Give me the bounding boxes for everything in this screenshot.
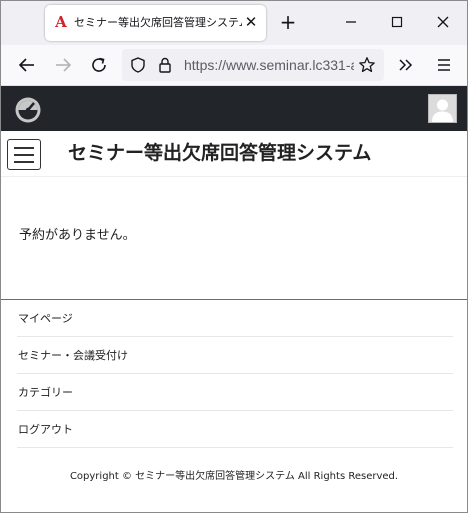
site-favicon-icon: A	[55, 13, 67, 31]
hamburger-menu-icon[interactable]	[433, 54, 455, 76]
menu-item-seminar-registration[interactable]: セミナー・会議受付け	[17, 337, 453, 374]
maximize-icon[interactable]	[385, 11, 409, 33]
menu-item-mypage[interactable]: マイページ	[17, 300, 453, 337]
back-arrow-icon[interactable]	[15, 54, 39, 76]
page-content: セミナー等出欠席回答管理システム 予約がありません。 マイページ セミナー・会議…	[1, 86, 467, 512]
browser-window: A セミナー等出欠席回答管理システム ✕ + https://www.semin…	[0, 0, 468, 513]
browser-tab[interactable]: A セミナー等出欠席回答管理システム ✕	[45, 5, 266, 41]
menu-toggle-icon[interactable]	[7, 139, 41, 170]
reload-icon[interactable]	[87, 54, 111, 76]
forward-arrow-icon[interactable]	[51, 54, 75, 76]
tab-strip: A セミナー等出欠席回答管理システム ✕ +	[1, 1, 467, 45]
tab-title: セミナー等出欠席回答管理システム	[74, 16, 242, 29]
copyright: Copyright © セミナー等出欠席回答管理システム All Rights …	[69, 471, 399, 482]
browser-toolbar: https://www.seminar.lc331-a	[1, 45, 467, 86]
site-top-bar	[1, 86, 467, 131]
url-text[interactable]: https://www.seminar.lc331-a	[184, 57, 354, 74]
new-tab-icon[interactable]: +	[278, 12, 298, 32]
extensions-chevron-icon[interactable]	[395, 54, 417, 76]
menu-item-category[interactable]: カテゴリー	[17, 374, 453, 411]
site-title: セミナー等出欠席回答管理システム	[68, 142, 372, 164]
app-header: セミナー等出欠席回答管理システム	[1, 131, 467, 177]
tab-close-icon[interactable]: ✕	[243, 13, 259, 31]
dashboard-icon[interactable]	[13, 94, 43, 124]
address-bar[interactable]: https://www.seminar.lc331-a	[122, 49, 384, 81]
minimize-icon[interactable]	[339, 11, 363, 33]
no-reservations-message: 予約がありません。	[19, 228, 136, 243]
close-icon[interactable]	[431, 11, 455, 33]
shield-icon[interactable]	[130, 56, 146, 74]
footer: マイページ セミナー・会議受付け カテゴリー ログアウト Copyright ©…	[1, 299, 467, 512]
footer-menu: マイページ セミナー・会議受付け カテゴリー ログアウト	[17, 300, 453, 448]
user-avatar-icon[interactable]	[428, 94, 457, 123]
menu-item-logout[interactable]: ログアウト	[17, 411, 453, 448]
bookmark-star-icon[interactable]	[358, 56, 376, 74]
person-silhouette-icon	[432, 99, 453, 122]
lock-icon[interactable]	[158, 56, 172, 74]
